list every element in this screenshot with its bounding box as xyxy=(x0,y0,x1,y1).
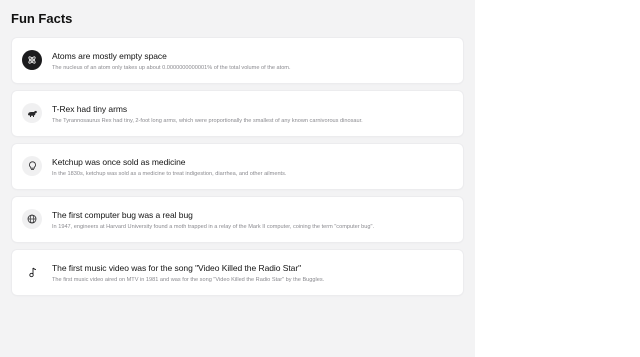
atom-icon xyxy=(22,50,42,70)
fact-description: The nucleus of an atom only takes up abo… xyxy=(52,65,291,71)
fact-description: In the 1830s, ketchup was sold as a medi… xyxy=(52,171,287,177)
fact-card: The first computer bug was a real bug In… xyxy=(12,197,463,242)
page: Fun Facts Atoms are mostly empty space T… xyxy=(0,0,640,357)
lightbulb-icon xyxy=(22,156,42,176)
fact-card: Atoms are mostly empty space The nucleus… xyxy=(12,38,463,83)
fact-description: The first music video aired on MTV in 19… xyxy=(52,277,325,283)
dinosaur-icon xyxy=(22,103,42,123)
globe-icon xyxy=(22,209,42,229)
facts-panel: Fun Facts Atoms are mostly empty space T… xyxy=(0,0,475,357)
fact-title: The first music video was for the song "… xyxy=(52,263,302,273)
page-title: Fun Facts xyxy=(11,11,73,26)
fact-title: T-Rex had tiny arms xyxy=(52,104,128,114)
fact-card: T-Rex had tiny arms The Tyrannosaurus Re… xyxy=(12,91,463,136)
fact-title: The first computer bug was a real bug xyxy=(52,210,193,220)
fact-description: The Tyrannosaurus Rex had tiny, 2-foot l… xyxy=(52,118,363,124)
fact-title: Atoms are mostly empty space xyxy=(52,51,167,61)
music-note-icon xyxy=(22,262,42,282)
fact-card: Ketchup was once sold as medicine In the… xyxy=(12,144,463,189)
fact-title: Ketchup was once sold as medicine xyxy=(52,157,186,167)
fact-card: The first music video was for the song "… xyxy=(12,250,463,295)
fact-description: In 1947, engineers at Harvard University… xyxy=(52,224,375,230)
